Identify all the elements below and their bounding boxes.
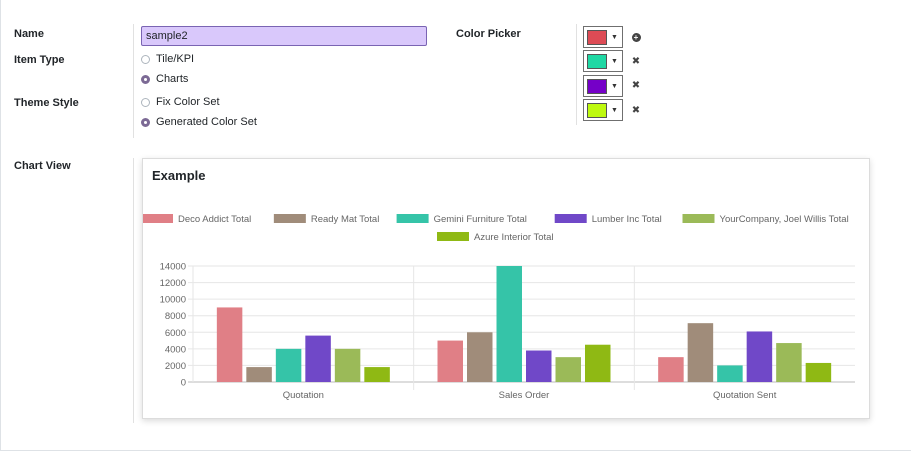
y-tick-label: 0 — [181, 378, 186, 389]
remove-color-button[interactable]: ✖ — [631, 80, 641, 91]
radio-label: Generated Color Set — [156, 116, 257, 128]
legend-swatch — [143, 214, 173, 223]
color-row: ▼ — [583, 26, 623, 48]
chart-card: Example Deco Addict Total Ready Mat Total… — [142, 158, 870, 419]
name-label: Name — [14, 28, 44, 40]
bar — [496, 266, 522, 382]
legend-label: Azure Interior Total — [474, 232, 554, 243]
y-tick-label: 4000 — [165, 344, 186, 355]
radio-fix-color-set[interactable]: Fix Color Set — [141, 96, 220, 108]
remove-color-button[interactable]: ✖ — [631, 105, 641, 116]
bar — [467, 332, 493, 382]
name-input[interactable] — [141, 26, 427, 46]
bar — [275, 348, 302, 382]
close-icon: ✖ — [631, 56, 641, 67]
bar — [687, 323, 714, 382]
radio-button[interactable] — [141, 97, 150, 107]
y-tick-label: 12000 — [160, 278, 186, 289]
color-swatch — [587, 53, 607, 69]
theme-style-label: Theme Style — [14, 97, 79, 109]
radio-generated-color-set[interactable]: Generated Color Set — [141, 116, 257, 128]
close-icon: ✖ — [631, 105, 641, 116]
legend-label: Ready Mat Total — [311, 214, 379, 225]
legend-swatch — [682, 214, 715, 223]
color-picker-label: Color Picker — [456, 28, 521, 40]
legend-swatch — [437, 232, 469, 241]
radio-tile-kpi[interactable]: Tile/KPI — [141, 53, 194, 65]
radio-button-selected[interactable] — [141, 74, 150, 84]
radio-label: Charts — [156, 73, 189, 85]
field-separator — [133, 24, 134, 138]
color-picker-button[interactable]: ▼ — [583, 99, 623, 121]
x-tick-label: Quotation — [283, 390, 324, 401]
chart-view-label: Chart View — [14, 160, 71, 172]
bar — [364, 367, 390, 382]
bar-chart: Deco Addict Total Ready Mat Total Gemini F… — [143, 214, 855, 401]
radio-button[interactable] — [141, 54, 150, 64]
y-tick-label: 8000 — [165, 311, 186, 322]
color-picker-button[interactable]: ▼ — [583, 75, 623, 97]
legend-swatch — [396, 214, 429, 223]
color-row: ▼ — [583, 50, 623, 72]
color-swatch — [587, 102, 607, 118]
bar — [555, 357, 581, 382]
close-icon: ✖ — [631, 80, 641, 91]
item-type-label: Item Type — [14, 54, 65, 66]
color-swatch — [587, 78, 607, 94]
color-row: ▼ — [583, 99, 623, 121]
bar — [334, 348, 361, 382]
bar — [526, 350, 552, 382]
remove-color-button[interactable]: ✖ — [631, 56, 641, 67]
caret-down-icon: ▼ — [611, 82, 618, 90]
caret-down-icon: ▼ — [611, 33, 618, 41]
plus-circle-icon: + — [631, 33, 641, 42]
bar — [658, 357, 684, 382]
legend-label: YourCompany, Joel Willis Total — [720, 214, 849, 225]
bar — [746, 331, 773, 382]
bar — [805, 362, 832, 382]
radio-label: Fix Color Set — [156, 96, 220, 108]
field-separator — [133, 158, 134, 423]
legend-swatch — [273, 214, 306, 223]
y-tick-label: 2000 — [165, 361, 186, 372]
bar — [717, 365, 743, 382]
color-row: ▼ — [583, 75, 623, 97]
radio-button-selected[interactable] — [141, 117, 150, 127]
radio-label: Tile/KPI — [156, 53, 195, 65]
color-swatch — [587, 29, 607, 45]
bar — [585, 344, 611, 382]
bar — [216, 307, 243, 382]
x-tick-label: Sales Order — [499, 390, 550, 401]
radio-charts[interactable]: Charts — [141, 73, 188, 85]
legend-swatch — [554, 214, 587, 223]
bar — [437, 340, 463, 382]
y-tick-label: 10000 — [160, 295, 186, 306]
color-picker-button[interactable]: ▼ — [583, 26, 623, 48]
caret-down-icon: ▼ — [611, 106, 618, 114]
legend-label: Gemini Furniture Total — [434, 214, 527, 225]
x-tick-label: Quotation Sent — [713, 390, 777, 401]
color-picker-button[interactable]: ▼ — [583, 50, 623, 72]
y-tick-label: 14000 — [160, 262, 186, 273]
bar — [776, 343, 802, 382]
bar — [246, 367, 272, 382]
legend-label: Deco Addict Total — [178, 214, 251, 225]
bar — [305, 335, 331, 382]
caret-down-icon: ▼ — [611, 57, 618, 65]
add-color-button[interactable]: + — [631, 32, 641, 43]
field-separator — [576, 24, 577, 125]
legend-label: Lumber Inc Total — [592, 214, 662, 225]
y-tick-label: 6000 — [165, 328, 186, 339]
